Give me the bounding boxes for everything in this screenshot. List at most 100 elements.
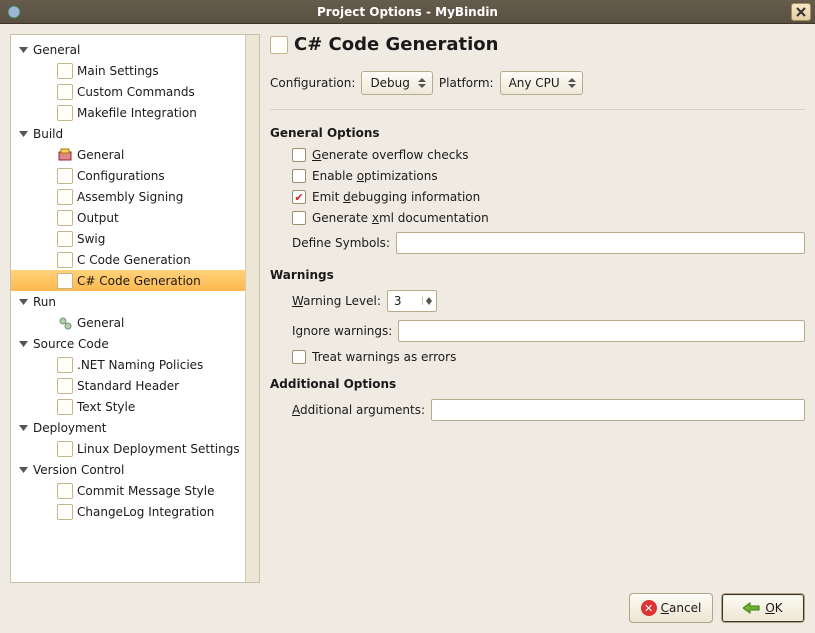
chevron-down-icon[interactable] bbox=[17, 296, 29, 308]
app-icon bbox=[4, 2, 24, 22]
tree-group-run[interactable]: Run bbox=[11, 291, 245, 312]
checkbox-icon[interactable] bbox=[292, 169, 306, 183]
page-icon bbox=[270, 36, 288, 54]
check-treat-warnings-as-errors[interactable]: Treat warnings as errors bbox=[292, 350, 805, 364]
spin-icon bbox=[566, 78, 578, 88]
tree-group-version-control[interactable]: Version Control bbox=[11, 459, 245, 480]
ignore-warnings-row: Ignore warnings: bbox=[292, 320, 805, 342]
additional-args-input[interactable] bbox=[431, 399, 805, 421]
tree-label: General bbox=[77, 316, 124, 330]
tree-item-main-settings[interactable]: Main Settings bbox=[11, 60, 245, 81]
page-header: C# Code Generation bbox=[270, 34, 805, 55]
sidebar: General Main Settings Custom Commands Ma… bbox=[10, 34, 260, 583]
chevron-down-icon[interactable] bbox=[17, 422, 29, 434]
checkbox-icon[interactable] bbox=[292, 190, 306, 204]
check-generate-overflow[interactable]: Generate overflow checks bbox=[292, 148, 805, 162]
tree-item-linux-deployment[interactable]: Linux Deployment Settings bbox=[11, 438, 245, 459]
page-icon bbox=[57, 273, 73, 289]
page-icon bbox=[57, 252, 73, 268]
page-icon bbox=[57, 483, 73, 499]
scrollbar[interactable] bbox=[245, 35, 259, 582]
page-icon bbox=[57, 378, 73, 394]
configuration-combo[interactable]: Debug bbox=[361, 71, 432, 95]
tree-item-makefile-integration[interactable]: Makefile Integration bbox=[11, 102, 245, 123]
tree-group-general[interactable]: General bbox=[11, 39, 245, 60]
main-panel: C# Code Generation Configuration: Debug … bbox=[270, 34, 805, 583]
checkbox-icon[interactable] bbox=[292, 350, 306, 364]
tree-label: General bbox=[77, 148, 124, 162]
tree-item-output[interactable]: Output bbox=[11, 207, 245, 228]
chevron-down-icon[interactable] bbox=[17, 464, 29, 476]
define-symbols-input[interactable] bbox=[396, 232, 805, 254]
options-tree[interactable]: General Main Settings Custom Commands Ma… bbox=[11, 35, 245, 582]
chevron-down-icon[interactable] bbox=[17, 44, 29, 56]
cancel-button[interactable]: ✕ Cancel bbox=[629, 593, 713, 623]
checkbox-label: Enable optimizations bbox=[312, 169, 438, 183]
tree-group-source-code[interactable]: Source Code bbox=[11, 333, 245, 354]
button-label: OK bbox=[765, 601, 782, 615]
platform-label: Platform: bbox=[439, 76, 494, 90]
tree-item-standard-header[interactable]: Standard Header bbox=[11, 375, 245, 396]
platform-combo[interactable]: Any CPU bbox=[500, 71, 583, 95]
page-icon bbox=[57, 399, 73, 415]
tree-item-text-style[interactable]: Text Style bbox=[11, 396, 245, 417]
checkbox-label: Generate overflow checks bbox=[312, 148, 469, 162]
tree-item-csharp-code-generation[interactable]: C# Code Generation bbox=[11, 270, 245, 291]
spin-value: 3 bbox=[388, 294, 422, 308]
combo-value: Any CPU bbox=[509, 76, 560, 90]
gears-icon bbox=[57, 315, 73, 331]
ok-icon bbox=[743, 601, 761, 615]
configuration-label: Configuration: bbox=[270, 76, 355, 90]
checkbox-icon[interactable] bbox=[292, 211, 306, 225]
tree-item-changelog-integration[interactable]: ChangeLog Integration bbox=[11, 501, 245, 522]
config-bar: Configuration: Debug Platform: Any CPU bbox=[270, 71, 805, 95]
warning-level-spin[interactable]: 3 bbox=[387, 290, 437, 312]
checkbox-label: Treat warnings as errors bbox=[312, 350, 456, 364]
tree-item-configurations[interactable]: Configurations bbox=[11, 165, 245, 186]
tree-group-build[interactable]: Build bbox=[11, 123, 245, 144]
check-enable-optimizations[interactable]: Enable optimizations bbox=[292, 169, 805, 183]
page-icon bbox=[57, 63, 73, 79]
tree-label: C# Code Generation bbox=[77, 274, 201, 288]
window-body: General Main Settings Custom Commands Ma… bbox=[0, 24, 815, 633]
tree-item-build-general[interactable]: General bbox=[11, 144, 245, 165]
ok-button[interactable]: OK bbox=[721, 593, 805, 623]
define-symbols-label: Define Symbols: bbox=[292, 236, 390, 250]
tree-label: Version Control bbox=[33, 463, 124, 477]
tree-label: Assembly Signing bbox=[77, 190, 183, 204]
page-icon bbox=[57, 189, 73, 205]
close-icon[interactable] bbox=[791, 3, 811, 21]
spin-buttons[interactable] bbox=[422, 297, 436, 305]
separator bbox=[270, 109, 805, 110]
tree-label: Custom Commands bbox=[77, 85, 195, 99]
check-generate-xml[interactable]: Generate xml documentation bbox=[292, 211, 805, 225]
chevron-down-icon[interactable] bbox=[17, 128, 29, 140]
tree-group-deployment[interactable]: Deployment bbox=[11, 417, 245, 438]
cancel-icon: ✕ bbox=[641, 600, 657, 616]
tree-label: Linux Deployment Settings bbox=[77, 442, 240, 456]
tree-item-assembly-signing[interactable]: Assembly Signing bbox=[11, 186, 245, 207]
tree-item-swig[interactable]: Swig bbox=[11, 228, 245, 249]
check-emit-debugging[interactable]: Emit debugging information bbox=[292, 190, 805, 204]
tree-item-net-naming[interactable]: .NET Naming Policies bbox=[11, 354, 245, 375]
page-title: C# Code Generation bbox=[294, 34, 498, 55]
tree-label: Deployment bbox=[33, 421, 106, 435]
checkbox-label: Emit debugging information bbox=[312, 190, 480, 204]
combo-value: Debug bbox=[370, 76, 409, 90]
tree-label: Text Style bbox=[77, 400, 135, 414]
tree-item-commit-message-style[interactable]: Commit Message Style bbox=[11, 480, 245, 501]
section-warnings-title: Warnings bbox=[270, 268, 805, 282]
ignore-warnings-input[interactable] bbox=[398, 320, 805, 342]
page-icon bbox=[57, 504, 73, 520]
page-icon bbox=[57, 357, 73, 373]
tree-label: C Code Generation bbox=[77, 253, 191, 267]
tree-item-custom-commands[interactable]: Custom Commands bbox=[11, 81, 245, 102]
checkbox-icon[interactable] bbox=[292, 148, 306, 162]
tree-label: Build bbox=[33, 127, 63, 141]
tree-item-c-code-generation[interactable]: C Code Generation bbox=[11, 249, 245, 270]
page-icon bbox=[57, 210, 73, 226]
tree-item-run-general[interactable]: General bbox=[11, 312, 245, 333]
tree-label: Source Code bbox=[33, 337, 109, 351]
package-icon bbox=[57, 147, 73, 163]
chevron-down-icon[interactable] bbox=[17, 338, 29, 350]
